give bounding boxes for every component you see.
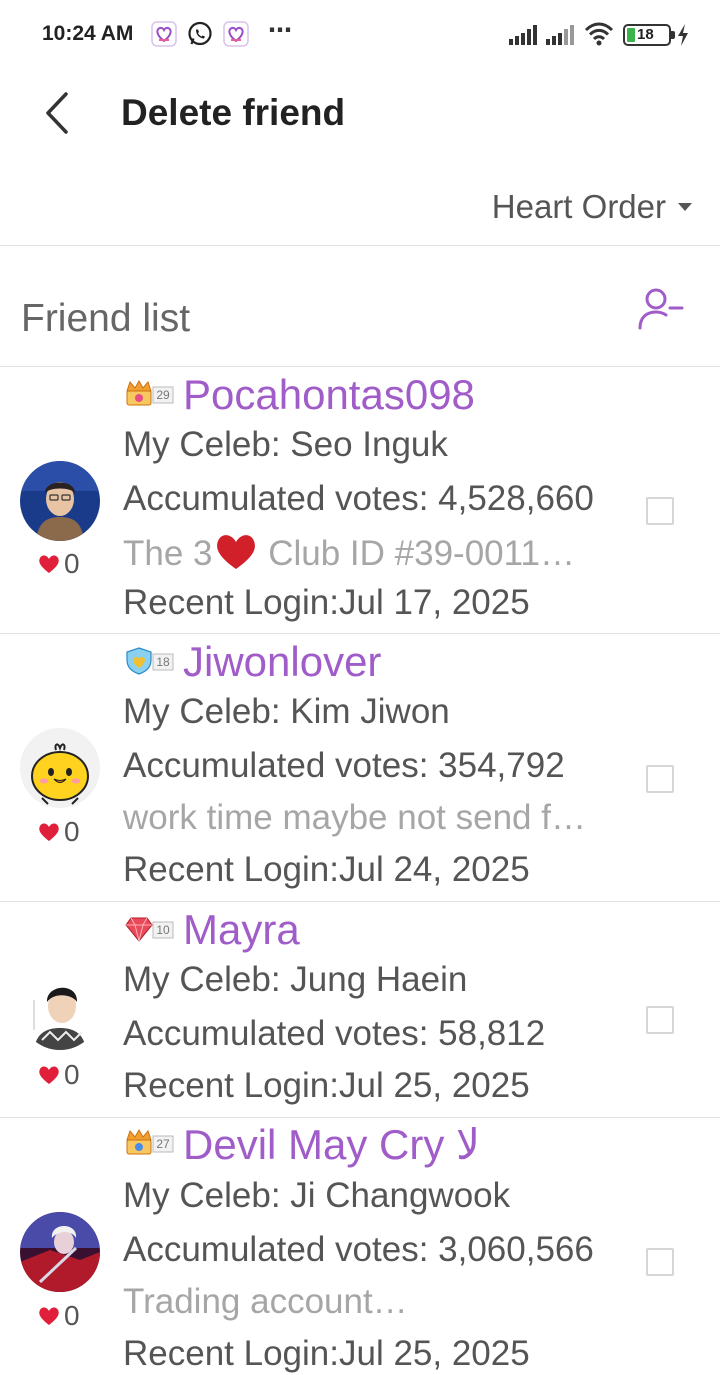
- heart-shield-badge-icon: 18: [126, 647, 174, 675]
- status-bar: 10:24 AM ⋯ 18: [0, 0, 720, 70]
- friend-celeb: My Celeb: Kim Jiwon: [123, 692, 450, 731]
- avatar[interactable]: [20, 1212, 100, 1292]
- crown-badge-icon: 29: [126, 379, 174, 406]
- sort-label: Heart Order: [491, 188, 666, 225]
- more-dots-icon: ⋯: [268, 17, 293, 44]
- status-time: 10:24 AM: [42, 22, 134, 45]
- avatar-photo: [20, 461, 100, 541]
- friend-celeb: My Celeb: Ji Changwook: [123, 1176, 511, 1215]
- heart-app-icon: [151, 21, 177, 47]
- signal-icon: [509, 25, 537, 45]
- battery-level: 18: [637, 26, 654, 43]
- level-number: 27: [156, 1137, 170, 1151]
- heart-icon: [39, 1066, 59, 1084]
- heart-count: 0: [38, 548, 80, 580]
- sort-dropdown[interactable]: Heart Order: [492, 188, 692, 226]
- level-number: 29: [156, 388, 170, 402]
- list-header: Friend list: [0, 247, 720, 367]
- friend-row[interactable]: 0 10 Mayra My Celeb: Jung Haein Accumula…: [0, 902, 720, 1118]
- friend-row[interactable]: 0 29 Pocahontas098 My Celeb: Seo Inguk A…: [0, 367, 720, 634]
- wifi-icon: [584, 22, 614, 46]
- friend-votes: Accumulated votes: 58,812: [123, 1014, 546, 1053]
- avatar-photo: [20, 728, 100, 808]
- avatar-photo: [20, 1212, 100, 1292]
- gem-badge-icon: 10: [125, 917, 174, 942]
- friend-celeb: My Celeb: Jung Haein: [123, 960, 468, 999]
- friend-name: Jiwonlover: [183, 638, 382, 685]
- whatsapp-icon: [188, 21, 212, 46]
- sort-row: Heart Order: [0, 170, 720, 246]
- friend-name: Mayra: [183, 906, 300, 953]
- heart-icon: [39, 1307, 59, 1325]
- avatar[interactable]: [20, 461, 100, 541]
- friend-login: Recent Login:Jul 17, 2025: [123, 583, 530, 622]
- charging-icon: [678, 24, 688, 46]
- remove-user-icon[interactable]: [636, 286, 684, 332]
- friend-login: Recent Login:Jul 24, 2025: [123, 850, 530, 889]
- friend-row[interactable]: 0 27 Devil May Cry لا My Celeb: Ji Chang…: [0, 1118, 720, 1375]
- heart-count-value: 0: [64, 816, 80, 847]
- heart-emoji-icon: [216, 535, 255, 569]
- friend-login: Recent Login:Jul 25, 2025: [123, 1334, 530, 1373]
- select-checkbox[interactable]: [646, 1248, 674, 1276]
- avatar[interactable]: [20, 728, 100, 808]
- back-arrow-icon[interactable]: [36, 88, 82, 138]
- heart-icon: [39, 555, 59, 573]
- friend-login: Recent Login:Jul 25, 2025: [123, 1066, 530, 1105]
- avatar[interactable]: [20, 970, 100, 1050]
- friend-votes: Accumulated votes: 3,060,566: [123, 1230, 594, 1269]
- crown-badge-icon: 27: [126, 1128, 174, 1155]
- friend-message: The 3 Club ID #39-0011…: [123, 531, 575, 574]
- signal-icon: [546, 25, 574, 45]
- friend-message: Trading account…: [123, 1282, 408, 1321]
- app-bar: Delete friend: [0, 70, 720, 160]
- select-checkbox[interactable]: [646, 1006, 674, 1034]
- heart-count-value: 0: [64, 548, 80, 579]
- battery-icon: 18: [623, 24, 675, 46]
- heart-count: 0: [38, 1059, 80, 1091]
- friend-votes: Accumulated votes: 4,528,660: [123, 479, 594, 518]
- list-title: Friend list: [21, 297, 191, 340]
- heart-count-value: 0: [64, 1300, 80, 1331]
- friend-message-start: The 3: [123, 534, 213, 573]
- level-number: 10: [156, 923, 170, 937]
- heart-count-value: 0: [64, 1059, 80, 1090]
- friend-name: Devil May Cry لا: [183, 1121, 480, 1168]
- select-checkbox[interactable]: [646, 765, 674, 793]
- heart-count: 0: [38, 816, 80, 848]
- page-title: Delete friend: [121, 92, 346, 133]
- friend-message: work time maybe not send f…: [123, 798, 586, 837]
- heart-app-icon: [223, 21, 249, 47]
- friend-votes: Accumulated votes: 354,792: [123, 746, 565, 785]
- level-number: 18: [156, 655, 170, 669]
- select-checkbox[interactable]: [646, 497, 674, 525]
- caret-down-icon: [678, 203, 692, 211]
- friend-celeb: My Celeb: Seo Inguk: [123, 425, 448, 464]
- avatar-photo: [20, 970, 100, 1050]
- heart-icon: [39, 823, 59, 841]
- heart-count: 0: [38, 1300, 80, 1332]
- friend-row[interactable]: 0 18 Jiwonlover My Celeb: Kim Jiwon Accu…: [0, 634, 720, 902]
- friend-message-end: Club ID #39-0011…: [258, 534, 575, 573]
- friend-name: Pocahontas098: [183, 371, 475, 418]
